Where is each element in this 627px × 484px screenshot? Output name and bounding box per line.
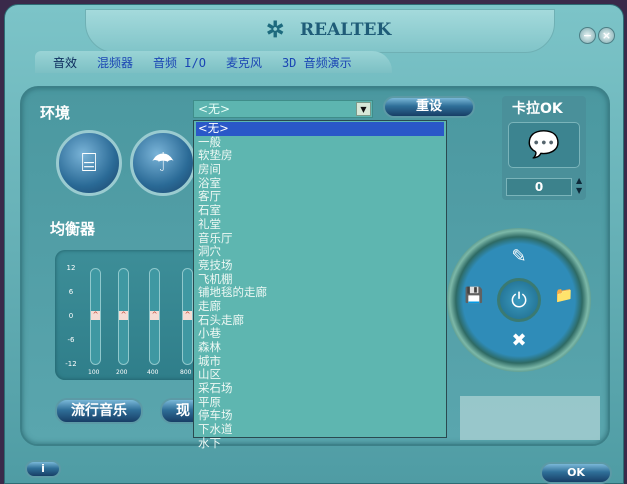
dropdown-option[interactable]: 走廊 bbox=[196, 299, 444, 314]
close-button[interactable]: × bbox=[598, 27, 615, 44]
shower-preset-icon[interactable]: ☂ bbox=[130, 130, 196, 196]
dropdown-option[interactable]: 房间 bbox=[196, 162, 444, 177]
eq-slider-100[interactable]: ^ bbox=[90, 268, 101, 365]
dropdown-option[interactable]: 洞穴 bbox=[196, 244, 444, 259]
freq-label: 400 bbox=[147, 369, 159, 376]
dropdown-option[interactable]: 石头走廊 bbox=[196, 313, 444, 328]
chevron-down-icon[interactable]: ▼ bbox=[356, 102, 371, 116]
tab-sound-effects[interactable]: 音效 bbox=[43, 51, 87, 73]
karaoke-panel: 卡拉OK 💬 0 ▲ ▼ bbox=[502, 96, 586, 200]
eq-slider-800[interactable]: ^ bbox=[182, 268, 193, 365]
dropdown-option[interactable]: 停车场 bbox=[196, 409, 444, 423]
watermark bbox=[460, 396, 600, 440]
tab-bar: 音效 混频器 音频 I/O 麦克风 3D 音频演示 bbox=[35, 51, 392, 73]
karaoke-singer-icon[interactable]: 💬 bbox=[508, 122, 580, 168]
brand-text: REALTEK bbox=[300, 20, 392, 40]
dropdown-option[interactable]: 软垫房 bbox=[196, 149, 444, 163]
spin-down-icon[interactable]: ▼ bbox=[576, 186, 582, 196]
power-icon[interactable]: ⏻ bbox=[497, 278, 541, 322]
freq-label: 100 bbox=[88, 369, 100, 376]
freq-label: 800 bbox=[180, 369, 192, 376]
delete-icon[interactable]: ✖ bbox=[504, 330, 534, 351]
environment-label: 环境 bbox=[40, 104, 71, 122]
header: ✲ REALTEK bbox=[85, 9, 555, 53]
dropdown-option[interactable]: 铺地毯的走廊 bbox=[196, 286, 444, 300]
environment-dropdown-list[interactable]: <无> 一般 软垫房 房间 浴室 客厅 石室 礼堂 音乐厅 洞穴 竞技场 飞机棚 铺地毯的走廊 走廊 石头走… bbox=[193, 120, 447, 450]
equalizer-panel: 12 6 0 -6 -12 ^ ^ ^ ^ 100 200 400 800 bbox=[55, 250, 205, 380]
dropdown-option[interactable]: 采石场 bbox=[196, 381, 444, 396]
dropdown-option[interactable]: 竞技场 bbox=[196, 258, 444, 273]
eq-slider-400[interactable]: ^ bbox=[149, 268, 160, 365]
karaoke-spinner[interactable]: ▲ ▼ bbox=[576, 176, 582, 196]
dropdown-option[interactable]: 飞机棚 bbox=[196, 272, 444, 287]
tab-audio-io[interactable]: 音频 I/O bbox=[143, 51, 216, 73]
db-tick: 12 bbox=[66, 264, 76, 272]
db-tick: 0 bbox=[68, 312, 74, 320]
tab-mixer[interactable]: 混频器 bbox=[87, 51, 143, 73]
minimize-button[interactable]: − bbox=[579, 27, 596, 44]
room-preset-icon[interactable]: ⌸ bbox=[56, 130, 122, 196]
dropdown-option[interactable]: 一般 bbox=[196, 135, 444, 150]
pop-music-preset-button[interactable]: 流行音乐 bbox=[55, 398, 143, 424]
save-icon[interactable]: 💾 bbox=[459, 286, 489, 304]
karaoke-label: 卡拉OK bbox=[512, 101, 563, 117]
eraser-icon[interactable]: ✎ bbox=[504, 246, 534, 267]
db-tick: 6 bbox=[68, 288, 74, 296]
reset-button[interactable]: 重设 bbox=[383, 96, 475, 118]
realtek-logo: ✲ REALTEK bbox=[266, 16, 391, 44]
tab-3d-demo[interactable]: 3D 音频演示 bbox=[272, 51, 362, 73]
ok-button[interactable]: OK bbox=[540, 462, 612, 484]
dropdown-option[interactable]: 音乐厅 bbox=[196, 231, 444, 246]
dropdown-option[interactable]: 客厅 bbox=[196, 190, 444, 204]
folder-icon[interactable]: 📁 bbox=[549, 286, 579, 304]
crab-logo-icon: ✲ bbox=[266, 17, 285, 43]
dropdown-option[interactable]: 下水道 bbox=[196, 422, 444, 437]
dropdown-option[interactable]: 石室 bbox=[196, 203, 444, 218]
dropdown-option[interactable]: <无> bbox=[196, 121, 444, 136]
karaoke-value[interactable]: 0 bbox=[506, 178, 572, 196]
control-wheel: ✎ 💾 📁 ✖ ⏻ bbox=[447, 228, 591, 372]
dropdown-option[interactable]: 浴室 bbox=[196, 176, 444, 191]
dropdown-option[interactable]: 水下 bbox=[196, 436, 444, 451]
dropdown-option[interactable]: 小巷 bbox=[196, 327, 444, 341]
slider-knob[interactable]: ^ bbox=[150, 311, 159, 320]
db-tick: -12 bbox=[65, 360, 77, 368]
slider-knob[interactable]: ^ bbox=[183, 311, 192, 320]
dropdown-option[interactable]: 城市 bbox=[196, 354, 444, 369]
freq-label: 200 bbox=[116, 369, 128, 376]
dropdown-option[interactable]: 礼堂 bbox=[196, 217, 444, 232]
db-tick: -6 bbox=[67, 336, 75, 344]
slider-knob[interactable]: ^ bbox=[91, 311, 100, 320]
tab-microphone[interactable]: 麦克风 bbox=[216, 51, 272, 73]
equalizer-label: 均衡器 bbox=[50, 220, 96, 238]
info-button[interactable]: i bbox=[25, 460, 61, 478]
spin-up-icon[interactable]: ▲ bbox=[576, 176, 582, 186]
slider-knob[interactable]: ^ bbox=[119, 311, 128, 320]
dropdown-option[interactable]: 山区 bbox=[196, 368, 444, 382]
environment-select[interactable]: <无> ▼ bbox=[193, 100, 373, 118]
selected-value: <无> bbox=[198, 102, 231, 116]
dropdown-option[interactable]: 森林 bbox=[196, 340, 444, 355]
eq-slider-200[interactable]: ^ bbox=[118, 268, 129, 365]
dropdown-option[interactable]: 平原 bbox=[196, 395, 444, 410]
